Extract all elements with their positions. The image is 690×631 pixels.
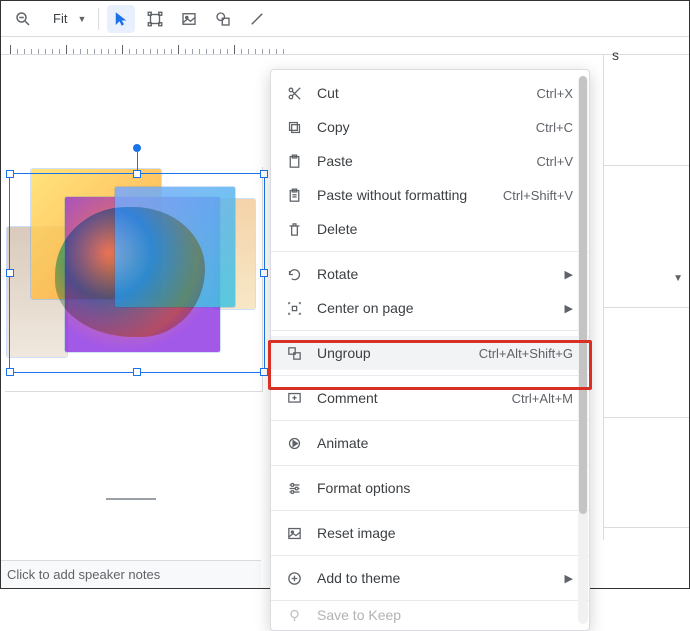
menu-separator <box>271 510 589 511</box>
menu-item-paste-plain[interactable]: Paste without formatting Ctrl+Shift+V <box>271 178 589 212</box>
transform-tool[interactable] <box>141 5 169 33</box>
menu-separator <box>271 555 589 556</box>
comment-icon <box>285 389 303 407</box>
menu-label: Center on page <box>317 300 549 316</box>
resize-handle[interactable] <box>260 269 268 277</box>
menu-scrollbar[interactable] <box>578 76 588 624</box>
clipboard-plain-icon <box>285 186 303 204</box>
keep-icon <box>285 606 303 624</box>
menu-item-delete[interactable]: Delete <box>271 212 589 246</box>
chevron-down-icon: ▼ <box>77 14 86 24</box>
rotate-icon <box>285 265 303 283</box>
zoom-out-icon[interactable] <box>9 5 37 33</box>
menu-label: Paste without formatting <box>317 187 489 203</box>
zoom-select[interactable]: Fit ▼ <box>43 9 90 28</box>
scissors-icon <box>285 84 303 102</box>
animate-icon <box>285 434 303 452</box>
menu-item-format-options[interactable]: Format options <box>271 471 589 505</box>
panel-text: s <box>612 47 619 63</box>
ungroup-icon <box>285 344 303 362</box>
menu-separator <box>271 465 589 466</box>
menu-label: Ungroup <box>317 345 465 361</box>
workspace: Cut Ctrl+X Copy Ctrl+C Paste Ctrl+V Past… <box>1 55 689 540</box>
resize-handle[interactable] <box>6 269 14 277</box>
selection-box[interactable] <box>9 173 265 373</box>
menu-separator <box>271 420 589 421</box>
menu-label: Comment <box>317 390 498 406</box>
menu-separator <box>271 330 589 331</box>
menu-item-cut[interactable]: Cut Ctrl+X <box>271 76 589 110</box>
submenu-arrow-icon: ▶ <box>563 572 573 585</box>
separator <box>98 8 99 30</box>
toolbar: Fit ▼ <box>1 1 689 37</box>
menu-item-comment[interactable]: Comment Ctrl+Alt+M <box>271 381 589 415</box>
zoom-label: Fit <box>47 9 73 28</box>
copy-icon <box>285 118 303 136</box>
menu-shortcut: Ctrl+X <box>537 86 573 101</box>
resize-handle[interactable] <box>260 368 268 376</box>
speaker-notes[interactable]: Click to add speaker notes <box>1 560 261 588</box>
menu-shortcut: Ctrl+Shift+V <box>503 188 573 203</box>
line-tool[interactable] <box>243 5 271 33</box>
menu-item-paste[interactable]: Paste Ctrl+V <box>271 144 589 178</box>
menu-item-copy[interactable]: Copy Ctrl+C <box>271 110 589 144</box>
menu-label: Rotate <box>317 266 549 282</box>
horizontal-ruler: /*ticks rendered below*/ <box>1 37 689 55</box>
menu-shortcut: Ctrl+C <box>536 120 573 135</box>
shape-tool[interactable] <box>209 5 237 33</box>
menu-item-save-keep[interactable]: Save to Keep <box>271 606 589 624</box>
menu-shortcut: Ctrl+V <box>537 154 573 169</box>
resize-handle[interactable] <box>133 170 141 178</box>
submenu-arrow-icon: ▶ <box>563 302 573 315</box>
menu-item-center[interactable]: Center on page ▶ <box>271 291 589 325</box>
speaker-notes-placeholder: Click to add speaker notes <box>7 567 160 582</box>
divider <box>604 417 689 418</box>
menu-separator <box>271 251 589 252</box>
menu-label: Add to theme <box>317 570 549 586</box>
menu-label: Reset image <box>317 525 573 541</box>
right-side-panel: s ▼ <box>603 55 689 540</box>
divider <box>604 307 689 308</box>
menu-label: Save to Keep <box>317 607 573 623</box>
resize-handle[interactable] <box>6 368 14 376</box>
menu-separator <box>271 375 589 376</box>
resize-handle[interactable] <box>133 368 141 376</box>
resize-handle[interactable] <box>6 170 14 178</box>
resize-handle[interactable] <box>260 170 268 178</box>
menu-label: Format options <box>317 480 573 496</box>
trash-icon <box>285 220 303 238</box>
menu-item-rotate[interactable]: Rotate ▶ <box>271 257 589 291</box>
slide-canvas[interactable] <box>5 167 263 392</box>
format-icon <box>285 479 303 497</box>
divider <box>604 165 689 166</box>
scrollbar-thumb[interactable] <box>579 76 587 514</box>
menu-item-add-theme[interactable]: Add to theme ▶ <box>271 561 589 595</box>
clipboard-icon <box>285 152 303 170</box>
theme-icon <box>285 569 303 587</box>
menu-item-ungroup[interactable]: Ungroup Ctrl+Alt+Shift+G <box>271 336 589 370</box>
menu-separator <box>271 600 589 601</box>
divider <box>604 527 689 528</box>
menu-label: Delete <box>317 221 573 237</box>
menu-label: Cut <box>317 85 523 101</box>
menu-item-reset-image[interactable]: Reset image <box>271 516 589 550</box>
rotation-handle[interactable] <box>133 144 141 152</box>
image-tool[interactable] <box>175 5 203 33</box>
center-icon <box>285 299 303 317</box>
text-placeholder-line <box>106 498 156 500</box>
menu-shortcut: Ctrl+Alt+Shift+G <box>479 346 573 361</box>
reset-icon <box>285 524 303 542</box>
select-tool[interactable] <box>107 5 135 33</box>
submenu-arrow-icon: ▶ <box>563 268 573 281</box>
menu-shortcut: Ctrl+Alt+M <box>512 391 573 406</box>
menu-label: Paste <box>317 153 523 169</box>
menu-label: Copy <box>317 119 522 135</box>
menu-item-animate[interactable]: Animate <box>271 426 589 460</box>
context-menu: Cut Ctrl+X Copy Ctrl+C Paste Ctrl+V Past… <box>270 69 590 631</box>
chevron-down-icon[interactable]: ▼ <box>673 273 683 284</box>
menu-label: Animate <box>317 435 573 451</box>
